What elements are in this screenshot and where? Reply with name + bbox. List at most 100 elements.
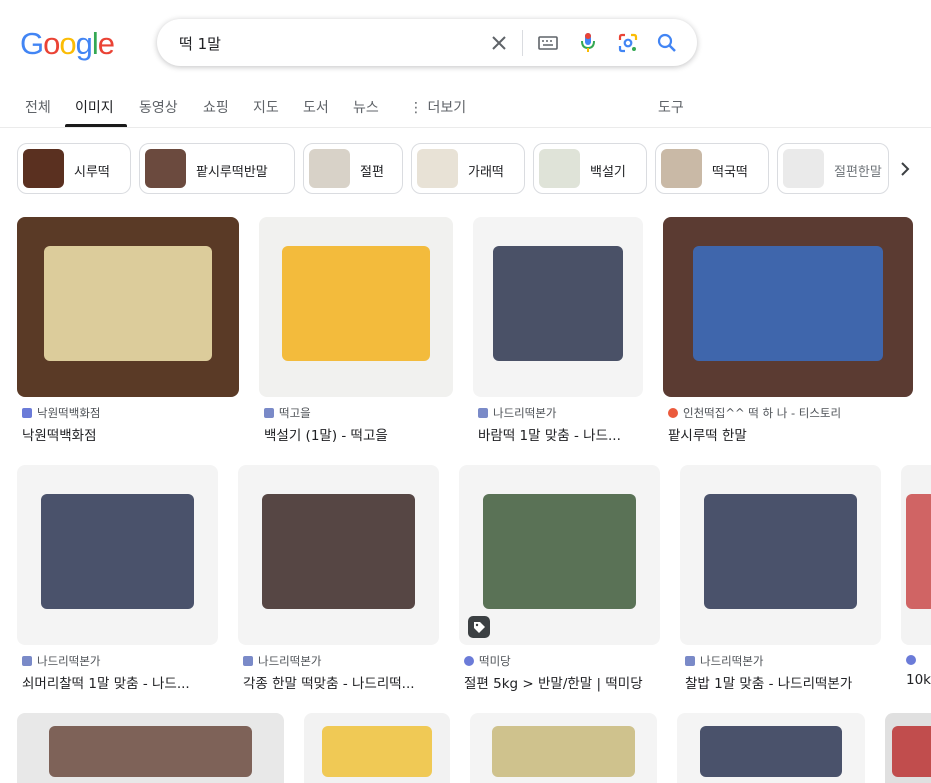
result-source[interactable]: 떡고을 <box>264 405 311 421</box>
result-title[interactable]: 쇠머리찰떡 1말 맞춤 - 나드... <box>22 672 218 692</box>
logo-letter: e <box>97 26 115 61</box>
chip-jeolpyeon[interactable]: 절편 <box>303 143 403 194</box>
food-photo <box>41 493 194 609</box>
result-source[interactable]: 나드리떡본가 <box>478 405 556 421</box>
mic-icon[interactable] <box>576 31 600 55</box>
source-name: 나드리떡본가 <box>258 654 322 668</box>
search-icon[interactable] <box>655 31 679 55</box>
result-image[interactable] <box>470 713 657 783</box>
result-source[interactable]: 나드리떡본가 <box>22 653 100 669</box>
food-photo <box>483 493 636 609</box>
result-title[interactable]: 찰밥 1말 맞춤 - 나드리떡본가 <box>685 672 881 692</box>
source-name: 떡고을 <box>279 406 311 420</box>
source-name: 인천떡집^^ 떡 하 나 - 티스토리 <box>683 406 842 420</box>
chip-label: 가래떡 <box>468 165 504 180</box>
chip-garaetteok[interactable]: 가래떡 <box>411 143 525 194</box>
result-image[interactable] <box>17 217 239 397</box>
favicon-icon <box>464 656 474 666</box>
chevron-right-icon[interactable] <box>896 160 914 178</box>
tools-button[interactable]: 도구 <box>658 97 684 117</box>
search-tabs: 전체 이미지 동영상 쇼핑 지도 도서 뉴스 ⋮ 더보기 도구 <box>0 90 931 128</box>
chip-tteokguk-tteok[interactable]: 떡국떡 <box>655 143 769 194</box>
keyboard-icon[interactable] <box>536 31 560 55</box>
result-image[interactable] <box>17 713 284 783</box>
chip-label: 절편 <box>360 165 384 180</box>
result-image[interactable] <box>677 713 865 783</box>
search-input[interactable]: 떡 1말 <box>179 33 221 54</box>
product-tag-icon <box>468 616 490 638</box>
chip-jeolpyeon-hanmal[interactable]: 절편한말 <box>777 143 889 194</box>
logo-letter: o <box>43 26 60 61</box>
result-image[interactable] <box>304 713 450 783</box>
source-name: 나드리떡본가 <box>37 654 101 668</box>
result-title[interactable]: 팥시루떡 한말 <box>668 424 908 444</box>
source-name: 나드리떡본가 <box>700 654 764 668</box>
result-title[interactable]: 낙원떡백화점 <box>22 424 237 444</box>
favicon-icon <box>668 408 678 418</box>
tab-shopping[interactable]: 쇼핑 <box>203 97 229 117</box>
favicon-icon <box>264 408 274 418</box>
result-image[interactable] <box>473 217 643 397</box>
result-image[interactable] <box>885 713 931 783</box>
close-icon[interactable] <box>487 31 511 55</box>
food-photo <box>905 493 931 609</box>
food-photo <box>43 245 213 361</box>
favicon-icon <box>22 408 32 418</box>
result-title[interactable]: 각종 한말 떡맞춤 - 나드리떡... <box>243 672 439 692</box>
result-image[interactable] <box>238 465 439 645</box>
result-source[interactable]: 나드리떡본가 <box>243 653 321 669</box>
result-source[interactable] <box>906 653 921 667</box>
chip-thumbnail <box>783 149 824 188</box>
source-name: 나드리떡본가 <box>493 406 557 420</box>
active-tab-indicator <box>65 124 127 127</box>
result-image[interactable] <box>663 217 913 397</box>
tab-all[interactable]: 전체 <box>25 97 51 117</box>
lens-icon[interactable] <box>616 31 640 55</box>
food-photo <box>892 725 931 777</box>
favicon-icon <box>478 408 488 418</box>
result-image[interactable] <box>901 465 931 645</box>
food-photo <box>493 245 623 361</box>
food-photo <box>282 245 430 361</box>
result-title[interactable]: 백설기 (1말) - 떡고을 <box>264 424 454 444</box>
chip-thumbnail <box>23 149 64 188</box>
chip-thumbnail <box>145 149 186 188</box>
result-title[interactable]: 절편 5kg > 반말/한말 | 떡미당 <box>464 672 664 692</box>
source-name: 낙원떡백화점 <box>37 406 101 420</box>
search-box[interactable]: 떡 1말 <box>157 19 697 66</box>
chip-pat-sirutteok-banmal[interactable]: 팥시루떡반말 <box>139 143 295 194</box>
result-source[interactable]: 낙원떡백화점 <box>22 405 100 421</box>
tab-maps[interactable]: 지도 <box>253 97 279 117</box>
food-photo <box>321 725 433 777</box>
result-image[interactable] <box>259 217 453 397</box>
chip-thumbnail <box>417 149 458 188</box>
favicon-icon <box>22 656 32 666</box>
chip-thumbnail <box>309 149 350 188</box>
chip-label: 백설기 <box>590 165 626 180</box>
chip-label: 떡국떡 <box>712 165 748 180</box>
favicon-icon <box>685 656 695 666</box>
tab-videos[interactable]: 동영상 <box>139 97 178 117</box>
result-title[interactable]: 바람떡 1말 맞춤 - 나드... <box>478 424 648 444</box>
chip-sirutteok[interactable]: 시루떡 <box>17 143 131 194</box>
food-photo <box>492 725 635 777</box>
chip-label: 팥시루떡반말 <box>196 165 268 180</box>
food-photo <box>693 245 883 361</box>
result-source[interactable]: 떡미당 <box>464 653 511 669</box>
result-image[interactable] <box>17 465 218 645</box>
result-source[interactable]: 인천떡집^^ 떡 하 나 - 티스토리 <box>668 405 841 421</box>
result-image[interactable] <box>680 465 881 645</box>
tab-news[interactable]: 뉴스 <box>353 97 379 117</box>
chip-baekseolgi[interactable]: 백설기 <box>533 143 647 194</box>
tab-more[interactable]: ⋮ 더보기 <box>409 97 466 117</box>
food-photo <box>262 493 415 609</box>
logo-letter: o <box>59 26 76 61</box>
chip-label: 시루떡 <box>74 165 110 180</box>
food-photo <box>704 493 857 609</box>
tab-images[interactable]: 이미지 <box>75 97 114 117</box>
google-logo[interactable]: Google <box>20 26 115 62</box>
result-source[interactable]: 나드리떡본가 <box>685 653 763 669</box>
chip-label: 절편한말 <box>834 165 882 180</box>
result-title[interactable]: 10kg <box>906 672 931 688</box>
tab-books[interactable]: 도서 <box>303 97 329 117</box>
